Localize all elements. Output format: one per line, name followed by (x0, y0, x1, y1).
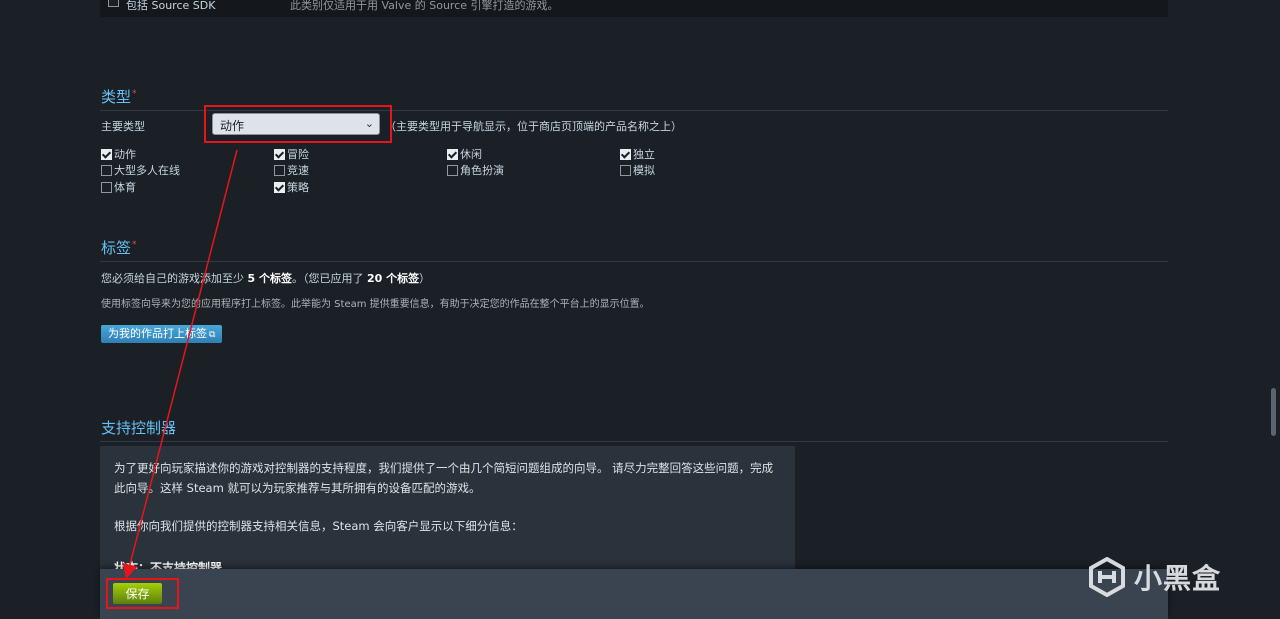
watermark-text: 小黑盒 (1134, 562, 1222, 595)
annotation-arrow (122, 149, 238, 580)
xiaoheihe-logo-icon (1089, 557, 1125, 597)
watermark: 小黑盒 (1088, 557, 1221, 597)
scrollbar-thumb[interactable] (1271, 388, 1276, 436)
